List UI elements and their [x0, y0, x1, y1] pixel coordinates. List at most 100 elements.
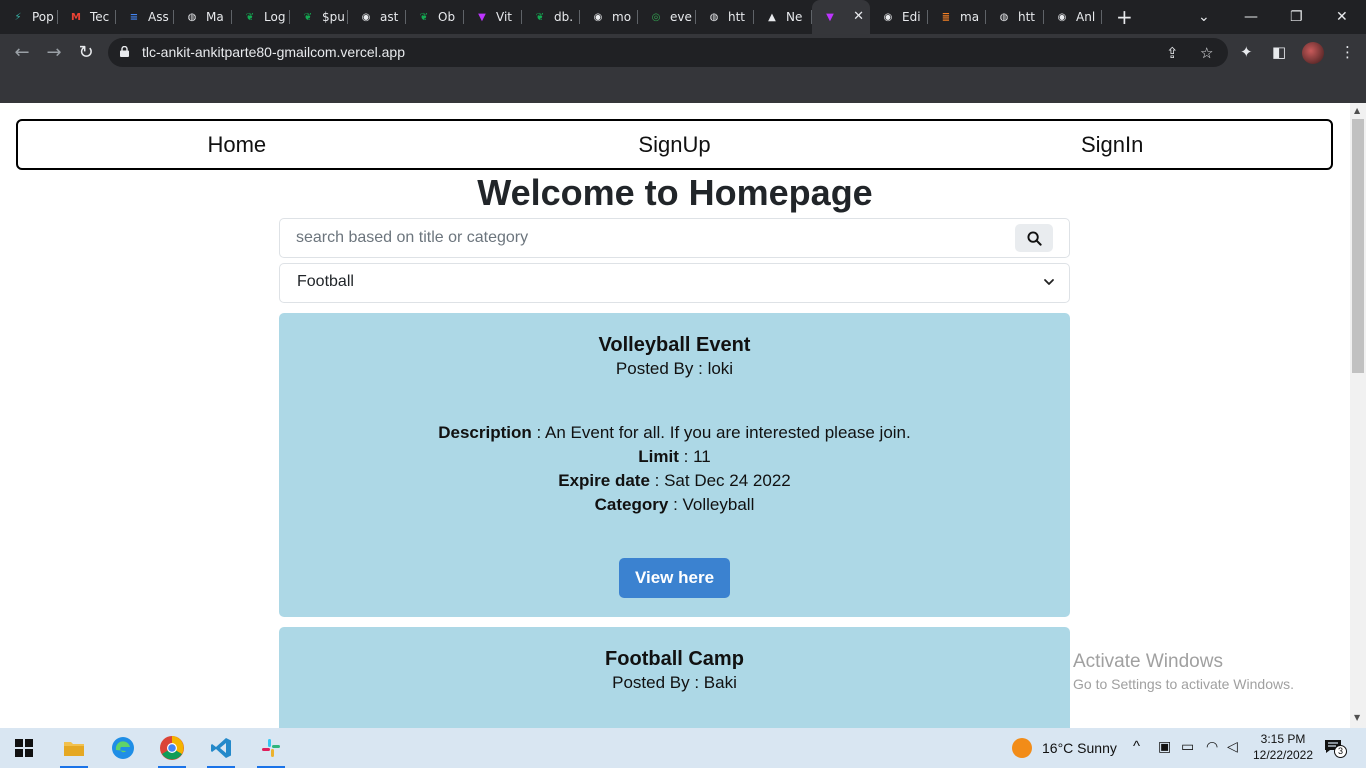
category-value: Volleyball: [682, 495, 755, 514]
browser-tab-label: ast: [380, 10, 399, 24]
browser-tab[interactable]: ≣ ma: [928, 0, 986, 34]
browser-tab-label: Ma: [206, 10, 224, 24]
scroll-thumb[interactable]: [1352, 119, 1364, 373]
stackoverflow-icon: ≣: [941, 11, 951, 23]
browser-tab[interactable]: ❦ Log: [232, 0, 290, 34]
browser-tab[interactable]: ❦ $pu: [290, 0, 348, 34]
mongodb-icon: ❦: [535, 11, 545, 23]
battery-icon[interactable]: ▭: [1181, 738, 1194, 755]
nav-signin-link[interactable]: SignIn: [893, 132, 1331, 158]
browser-tab[interactable]: M Tec: [58, 0, 116, 34]
browser-tab[interactable]: ◍ htt: [696, 0, 754, 34]
browser-tab-label: eve: [670, 10, 692, 24]
minimize-button[interactable]: —: [1244, 0, 1258, 34]
clock-time: 3:15 PM: [1260, 732, 1306, 746]
search-button[interactable]: [1015, 224, 1053, 252]
browser-tab[interactable]: ❦ db.: [522, 0, 580, 34]
browser-tab[interactable]: ◎ eve: [638, 0, 696, 34]
browser-tab[interactable]: ◉ ast: [348, 0, 406, 34]
event-description: Description : An Event for all. If you a…: [438, 423, 911, 442]
search-input[interactable]: [280, 219, 1000, 257]
browser-tab[interactable]: ≡ Ass: [116, 0, 174, 34]
browser-tab-label: Edi: [902, 10, 921, 24]
back-icon[interactable]: ←: [12, 42, 32, 63]
new-tab-button[interactable]: +: [1116, 5, 1136, 29]
menu-icon[interactable]: ⋮: [1340, 43, 1355, 61]
globe-icon: ◍: [187, 11, 197, 23]
share-icon[interactable]: ⇪: [1166, 44, 1179, 62]
reload-icon[interactable]: ↻: [76, 42, 96, 63]
chevron-down-icon: [1044, 279, 1054, 285]
browser-tab[interactable]: ▲ Ne: [754, 0, 812, 34]
chrome-button[interactable]: [152, 728, 192, 768]
browser-tab-label: htt: [728, 10, 746, 24]
mongodb-icon: ❦: [303, 11, 313, 23]
browser-tab[interactable]: ▼ Vit: [464, 0, 522, 34]
browser-tab-strip: ⚡ Pop M Tec ≡ Ass ◍ Ma ❦ Log ❦ $pu ◉ ast ❦ Ob ▼ Vit ❦ db. ◉ m…: [0, 0, 1366, 34]
nav-signup-link[interactable]: SignUp: [456, 132, 894, 158]
notification-center-icon[interactable]: 3: [1324, 739, 1347, 758]
browser-toolbar: ← → ↻ tlc-ankit-ankitparte80-gmailcom.ve…: [0, 34, 1366, 71]
browser-tab-label: $pu: [322, 10, 345, 24]
event-expire-date: Expire date : Sat Dec 24 2022: [558, 471, 791, 490]
vite-icon: ▼: [478, 11, 486, 23]
bookmark-star-icon[interactable]: ☆: [1200, 44, 1213, 62]
address-bar[interactable]: tlc-ankit-ankitparte80-gmailcom.vercel.a…: [108, 38, 1228, 67]
windows-start-button[interactable]: [4, 728, 44, 768]
browser-tab[interactable]: ◍ Ma: [174, 0, 232, 34]
event-title: Volleyball Event: [598, 334, 751, 356]
close-tab-icon[interactable]: ✕: [853, 9, 864, 24]
event-title: Football Camp: [605, 648, 744, 670]
browser-tab[interactable]: ⚡ Pop: [0, 0, 58, 34]
category-label: Category: [594, 495, 669, 514]
browser-tab[interactable]: ◍ htt: [986, 0, 1044, 34]
browser-tab[interactable]: ◉ mo: [580, 0, 638, 34]
close-window-button[interactable]: ✕: [1336, 0, 1348, 34]
github-icon: ◉: [1057, 11, 1067, 23]
scroll-up-arrow-icon[interactable]: ▲: [1354, 106, 1360, 115]
sun-weather-icon[interactable]: [1012, 738, 1032, 758]
weather-text[interactable]: 16°C Sunny: [1042, 740, 1117, 756]
volume-icon[interactable]: ◁: [1227, 738, 1238, 755]
windows-logo-icon: [15, 739, 33, 757]
browser-tab-label: Vit: [496, 10, 512, 24]
event-posted-by: Posted By : loki: [279, 357, 1070, 381]
github-icon: ◉: [593, 11, 603, 23]
tab-search-icon[interactable]: ⌄: [1198, 0, 1210, 34]
file-explorer-button[interactable]: [54, 728, 94, 768]
view-here-button[interactable]: View here: [619, 558, 730, 598]
mongodb-icon: ❦: [245, 11, 255, 23]
page-viewport: Home SignUp SignIn Welcome to Homepage F…: [0, 103, 1350, 728]
gmail-icon: M: [71, 11, 81, 23]
restore-button[interactable]: ❐: [1290, 0, 1303, 34]
folder-icon: [64, 742, 84, 756]
page-scrollbar[interactable]: ▲ ▼: [1350, 103, 1366, 728]
activate-windows-watermark: Activate Windows Go to Settings to activ…: [1073, 651, 1294, 692]
nav-home-link[interactable]: Home: [18, 132, 456, 158]
browser-tab-label: ma: [960, 10, 980, 24]
globe-icon: ◍: [709, 11, 719, 23]
event-card: Football Camp Posted By : Baki: [279, 627, 1070, 728]
browser-tab-label: Anl: [1076, 10, 1096, 24]
watermark-title: Activate Windows: [1073, 651, 1223, 672]
wifi-icon[interactable]: ◠: [1206, 738, 1218, 755]
extensions-icon[interactable]: ✦: [1240, 43, 1253, 61]
browser-tab[interactable]: ◉ Anl: [1044, 0, 1102, 34]
chevron-up-icon[interactable]: ^: [1133, 738, 1140, 755]
slack-button[interactable]: [251, 728, 291, 768]
browser-tab[interactable]: ◉ Edi: [870, 0, 928, 34]
profile-avatar[interactable]: [1302, 42, 1324, 64]
url-text: tlc-ankit-ankitparte80-gmailcom.vercel.a…: [142, 44, 405, 60]
edge-button[interactable]: [103, 728, 143, 768]
forward-icon[interactable]: →: [44, 42, 64, 63]
vscode-button[interactable]: [201, 728, 241, 768]
browser-tab[interactable]: ❦ Ob: [406, 0, 464, 34]
scroll-down-arrow-icon[interactable]: ▼: [1354, 713, 1360, 722]
side-panel-icon[interactable]: ◧: [1272, 43, 1286, 61]
meet-now-icon[interactable]: ▣: [1158, 738, 1171, 755]
search-icon: [1026, 230, 1042, 246]
browser-tab-label: Ne: [786, 10, 803, 24]
category-select[interactable]: Football: [279, 263, 1070, 303]
taskbar-clock[interactable]: 3:15 PM 12/22/2022: [1248, 731, 1318, 763]
browser-tab[interactable]: ▼ ✕: [812, 0, 870, 34]
